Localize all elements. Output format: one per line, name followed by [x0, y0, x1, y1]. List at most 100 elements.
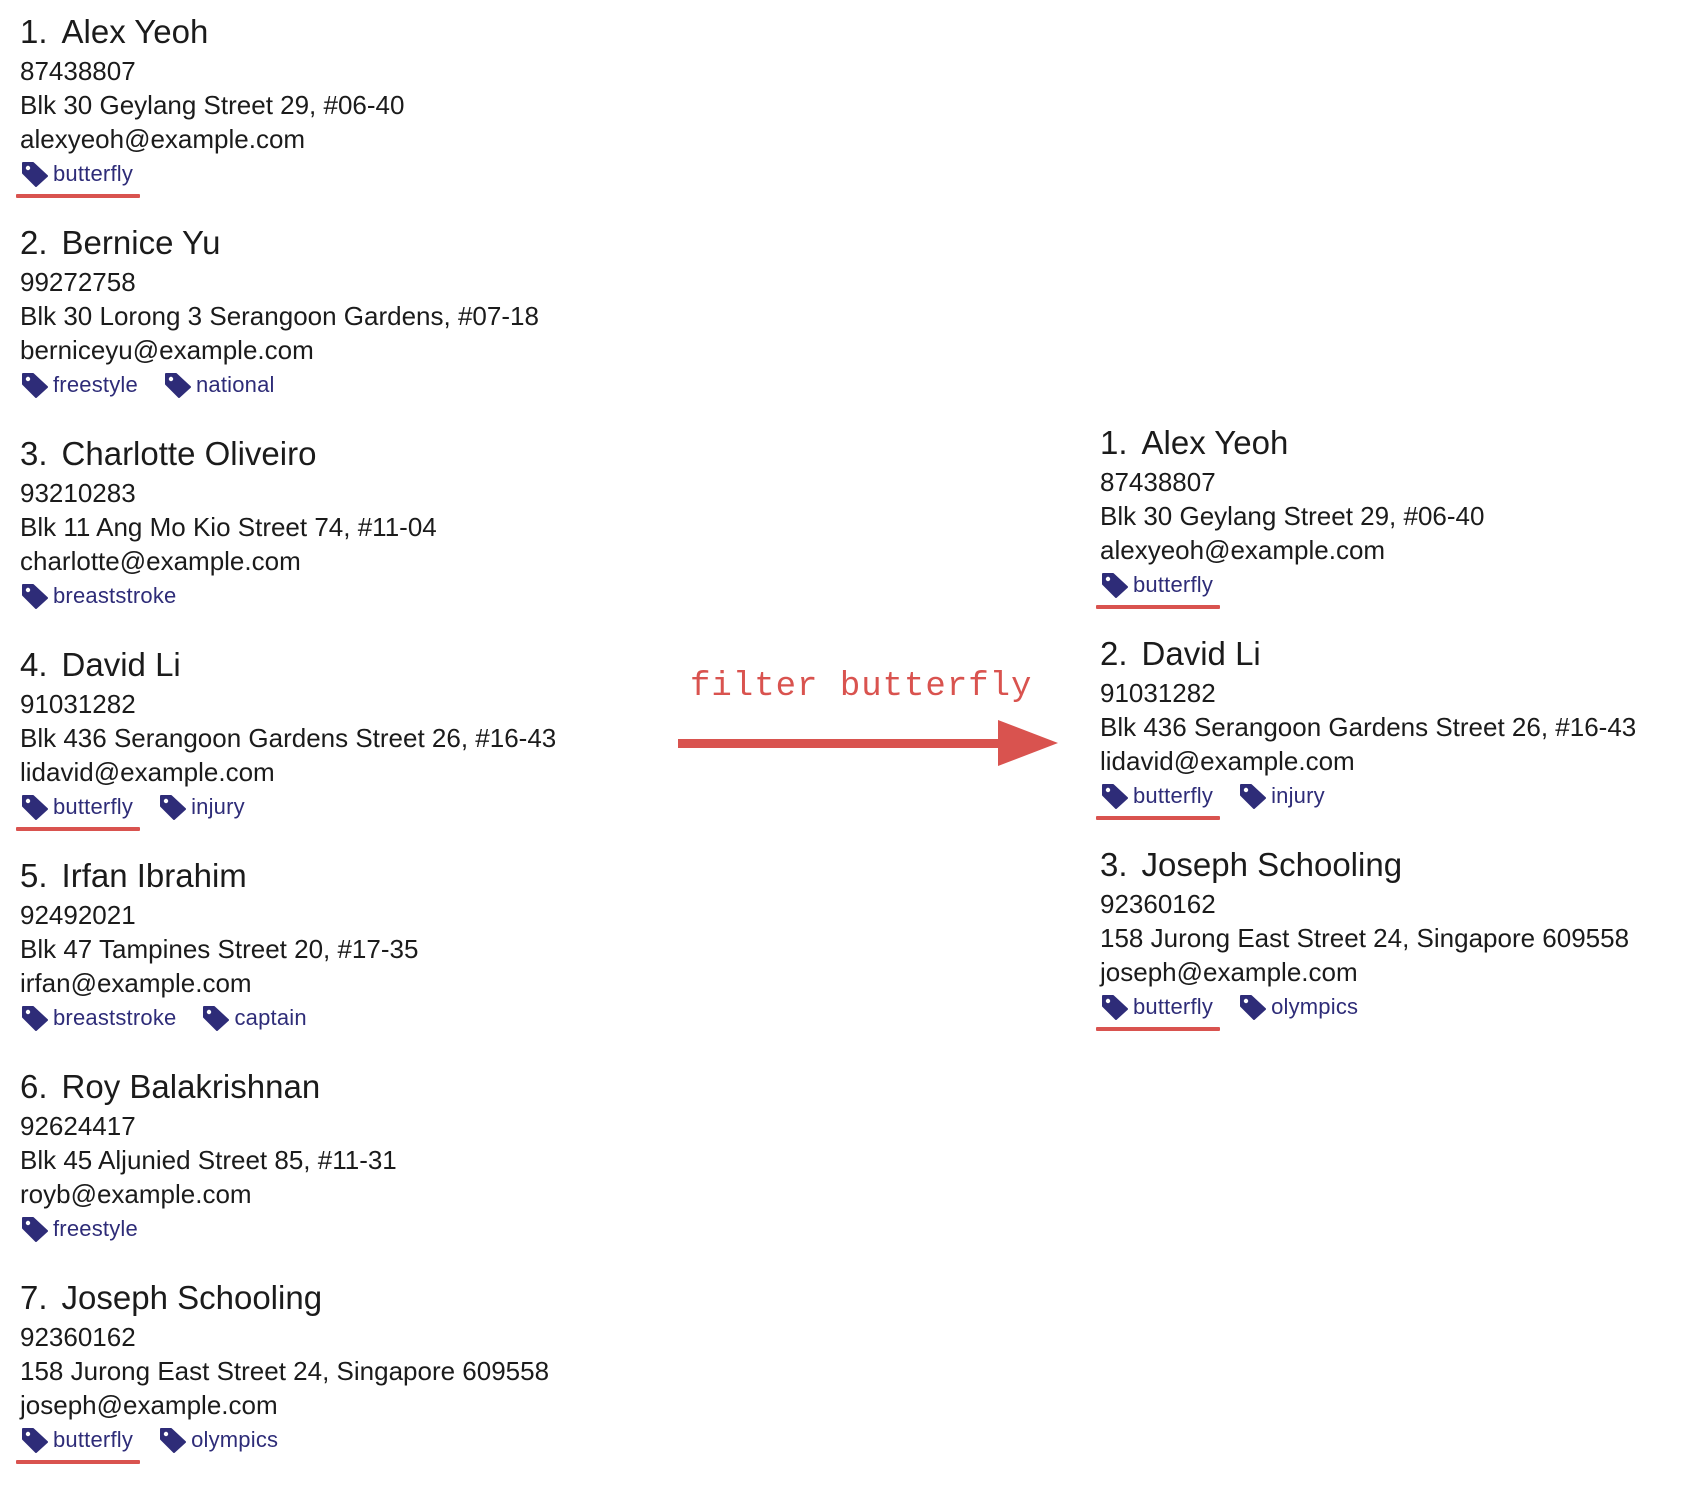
tag-icon [160, 795, 187, 820]
person-card[interactable]: 1. Alex Yeoh 87438807 Blk 30 Geylang Street… [1095, 421, 1700, 632]
person-card[interactable]: 1. Alex Yeoh 87438807 Blk 30 Geylang Street… [15, 10, 660, 221]
person-phone: 92492021 [20, 900, 136, 930]
tag-label: injury [191, 794, 245, 819]
tag: freestyle [20, 368, 141, 402]
command-label: filter butterfly [690, 668, 1033, 706]
person-index: 3. [1100, 846, 1128, 883]
person-card[interactable]: 3. Charlotte Oliveiro 93210283 Blk 11 Ang M… [20, 432, 660, 643]
person-name: Alex Yeoh [61, 13, 209, 50]
tag-list: breaststroke [20, 579, 660, 613]
tag-label: breaststroke [53, 583, 177, 608]
tag-icon [1102, 573, 1128, 598]
tag-highlighted: butterfly [1095, 568, 1221, 609]
person-phone: 93210283 [20, 478, 136, 508]
arrow-shaft [678, 739, 998, 748]
person-email: lidavid@example.com [1100, 746, 1355, 776]
person-index: 6. [20, 1068, 48, 1105]
tag-label: freestyle [53, 372, 138, 397]
person-email: alexyeoh@example.com [1100, 535, 1386, 565]
tag-icon [22, 795, 48, 820]
person-email: lidavid@example.com [20, 757, 275, 787]
tag-label: butterfly [53, 161, 134, 186]
person-email: joseph@example.com [1100, 957, 1358, 987]
arrow-right-icon [678, 720, 1058, 766]
tag: national [163, 368, 278, 402]
tag: breaststroke [20, 1001, 179, 1035]
tag-icon [203, 1006, 230, 1031]
tag: injury [1238, 779, 1328, 813]
person-phone: 92360162 [1100, 889, 1216, 919]
person-address: Blk 30 Geylang Street 29, #06-40 [20, 90, 405, 120]
person-address: 158 Jurong East Street 24, Singapore 609… [20, 1356, 550, 1386]
person-name: David Li [61, 646, 181, 683]
tag: breaststroke [20, 579, 179, 613]
tag-list: butterfly olympics [15, 1423, 660, 1464]
tag-label: butterfly [53, 794, 134, 819]
person-card[interactable]: 2. Bernice Yu 99272758 Blk 30 Lorong 3 Sera… [20, 221, 660, 432]
person-phone: 91031282 [20, 689, 136, 719]
tag-icon [22, 1217, 48, 1242]
person-index: 2. [1100, 635, 1128, 672]
person-name: Bernice Yu [61, 224, 221, 261]
person-index: 5. [20, 857, 48, 894]
person-name: David Li [1141, 635, 1261, 672]
tag-list: butterfly injury [1095, 779, 1700, 820]
tag-icon [164, 373, 191, 398]
tag-label: butterfly [1133, 783, 1214, 808]
tag-icon [22, 584, 48, 609]
person-phone: 92360162 [20, 1322, 136, 1352]
person-card[interactable]: 6. Roy Balakrishnan 92624417 Blk 45 Aljunie… [20, 1065, 660, 1276]
person-card[interactable]: 5. Irfan Ibrahim 92492021 Blk 47 Tampines S… [20, 854, 660, 1065]
tag-highlighted: butterfly [15, 157, 141, 198]
tag-list: freestyle [20, 1212, 660, 1246]
person-phone: 87438807 [20, 56, 136, 86]
person-name-row: 1. Alex Yeoh [1100, 421, 1700, 465]
person-name-row: 2. David Li [1100, 632, 1700, 676]
person-email: irfan@example.com [20, 968, 252, 998]
person-name: Charlotte Oliveiro [61, 435, 317, 472]
person-phone: 87438807 [1100, 467, 1216, 497]
person-address: Blk 436 Serangoon Gardens Street 26, #16… [20, 723, 557, 753]
person-index: 7. [20, 1279, 48, 1316]
person-email: joseph@example.com [20, 1390, 278, 1420]
person-index: 1. [1100, 424, 1128, 461]
tag-label: national [195, 372, 275, 397]
person-card[interactable]: 3. Joseph Schooling 92360162 158 Jurong Eas… [1095, 843, 1700, 1054]
person-card[interactable]: 4. David Li 91031282 Blk 436 Serangoon Gard… [15, 643, 660, 854]
tag-label: olympics [191, 1427, 279, 1452]
person-list-before: 1. Alex Yeoh 87438807 Blk 30 Geylang Street… [15, 10, 660, 1487]
person-index: 3. [20, 435, 48, 472]
tag-label: olympics [1271, 994, 1359, 1019]
person-name-row: 2. Bernice Yu [20, 221, 660, 265]
tag-label: butterfly [1133, 994, 1214, 1019]
person-phone: 99272758 [20, 267, 136, 297]
person-name-row: 1. Alex Yeoh [20, 10, 660, 54]
person-phone: 91031282 [1100, 678, 1216, 708]
tag-highlighted: butterfly [1095, 990, 1221, 1031]
person-name: Roy Balakrishnan [61, 1068, 321, 1105]
tag-icon [22, 162, 48, 187]
tag-icon [1240, 784, 1267, 809]
person-email: alexyeoh@example.com [20, 124, 306, 154]
person-address: Blk 30 Lorong 3 Serangoon Gardens, #07-1… [20, 301, 539, 331]
person-index: 2. [20, 224, 48, 261]
person-name-row: 5. Irfan Ibrahim [20, 854, 660, 898]
tag-label: freestyle [53, 1216, 138, 1241]
tag: olympics [158, 1423, 281, 1457]
tag-list: butterfly [15, 157, 660, 198]
person-index: 4. [20, 646, 48, 683]
person-card[interactable]: 7. Joseph Schooling 92360162 158 Jurong Eas… [15, 1276, 660, 1487]
person-name-row: 6. Roy Balakrishnan [20, 1065, 660, 1109]
person-email: royb@example.com [20, 1179, 252, 1209]
person-name-row: 4. David Li [20, 643, 660, 687]
tag-label: breaststroke [53, 1005, 177, 1030]
person-address: Blk 11 Ang Mo Kio Street 74, #11-04 [20, 512, 437, 542]
tag-icon [22, 1428, 48, 1453]
tag-list: butterfly injury [15, 790, 660, 831]
person-card[interactable]: 2. David Li 91031282 Blk 436 Serangoon Gard… [1095, 632, 1700, 843]
tag-icon [1102, 784, 1128, 809]
tag: olympics [1238, 990, 1361, 1024]
tag-icon [1102, 995, 1128, 1020]
tag-icon [22, 1006, 48, 1031]
person-email: berniceyu@example.com [20, 335, 314, 365]
